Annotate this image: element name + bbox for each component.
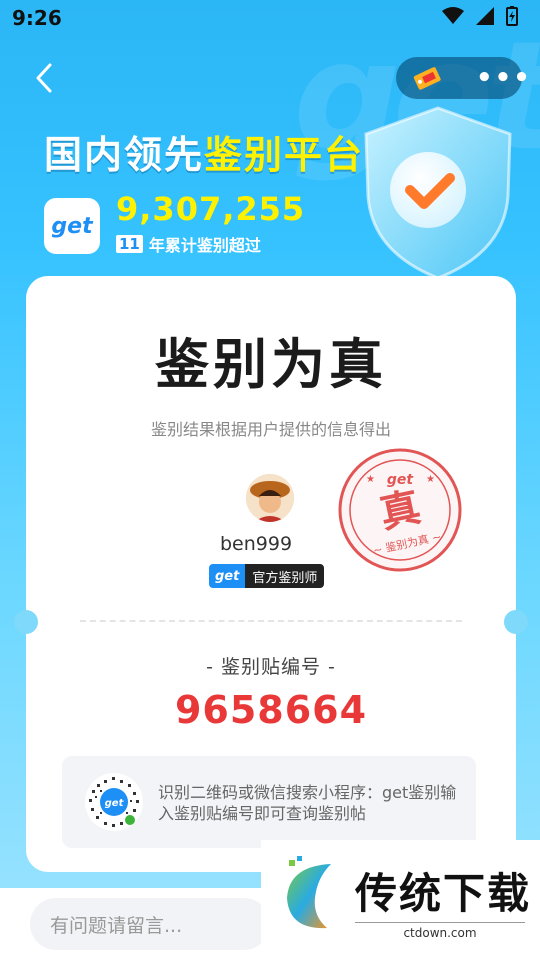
wifi-icon	[442, 7, 464, 24]
tag-button[interactable]	[410, 63, 444, 93]
get-logo: get	[44, 198, 100, 254]
watermark: 传统下载 ctdown.com	[261, 840, 540, 950]
qr-hint-box: get 识别二维码或微信搜索小程序：get鉴别输入鉴别贴编号即可查询鉴别帖	[62, 756, 476, 848]
headline-prefix: 国内领先	[44, 133, 205, 177]
svg-text:★: ★	[366, 474, 375, 485]
qr-logo-text: get	[105, 798, 125, 809]
avatar-image	[246, 474, 294, 522]
comment-input[interactable]: 有问题请留言...	[30, 898, 270, 950]
result-card: 鉴别为真 鉴别结果根据用户提供的信息得出 ben999 get 官方鉴别师 ge…	[14, 276, 528, 872]
tag-label-icon	[413, 67, 441, 90]
stat-caption-row: 11 年累计鉴别超过	[116, 232, 261, 256]
authentic-stamp: get 真 ~ 鉴别为真 ~ ★ ★	[338, 448, 462, 572]
watermark-url: ctdown.com	[355, 922, 525, 940]
qr-hint-text: 识别二维码或微信搜索小程序：get鉴别输入鉴别贴编号即可查询鉴别帖	[158, 783, 457, 823]
ticket-notch-right	[504, 610, 528, 634]
back-button[interactable]	[26, 58, 62, 98]
more-button[interactable]: •••	[476, 65, 532, 91]
status-time: 9:26	[12, 6, 62, 30]
ticket-notch-left	[14, 610, 38, 634]
status-bar: 9:26	[0, 0, 540, 36]
badge-logo: get	[209, 564, 246, 588]
mini-program-capsule: •••	[396, 57, 530, 99]
code-value[interactable]: 9658664	[26, 688, 516, 732]
result-subtitle: 鉴别结果根据用户提供的信息得出	[150, 420, 391, 439]
headline-highlight: 鉴别平台	[204, 133, 365, 177]
chevron-left-icon	[36, 63, 52, 93]
watermark-title: 传统下载	[355, 869, 532, 918]
get-logo-text: get	[51, 213, 93, 239]
signal-icon	[476, 7, 494, 25]
shield-check-icon	[364, 106, 512, 280]
svg-text:★: ★	[426, 474, 435, 485]
battery-icon	[506, 6, 518, 26]
stat-years: 11	[116, 235, 143, 253]
badge-text: 官方鉴别师	[245, 564, 325, 588]
code-label: - 鉴别贴编号 -	[206, 656, 336, 678]
mini-program-code[interactable]: get	[84, 772, 144, 832]
stat-number: 9,307,255	[116, 190, 306, 228]
result-title: 鉴别为真	[155, 333, 387, 396]
avatar[interactable]	[246, 474, 294, 522]
watermark-logo	[287, 856, 331, 929]
appraiser-badge: get 官方鉴别师	[209, 564, 325, 588]
headline: 国内领先鉴别平台	[44, 124, 364, 179]
dashed-divider	[80, 620, 462, 622]
stat-caption: 年累计鉴别超过	[148, 236, 261, 255]
